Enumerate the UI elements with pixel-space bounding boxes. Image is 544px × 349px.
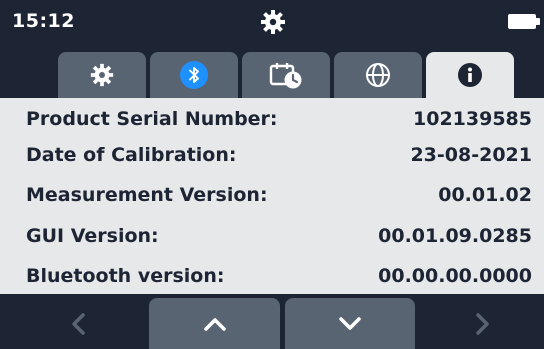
info-row-measurement-version: Measurement Version: 00.01.02 — [0, 178, 544, 216]
row-label: Measurement Version: — [26, 184, 268, 206]
chevron-right-icon — [476, 312, 489, 335]
nav-right-button[interactable] — [420, 298, 544, 349]
status-time: 15:12 — [12, 10, 75, 32]
battery-icon — [508, 14, 536, 29]
info-row-calibration: Date of Calibration: 23-08-2021 — [0, 138, 544, 176]
gear-icon — [261, 10, 285, 34]
chevron-down-icon — [339, 316, 361, 330]
tab-date-time[interactable] — [242, 52, 330, 98]
globe-icon — [366, 63, 390, 87]
gear-icon — [90, 63, 114, 87]
nav-left-button[interactable] — [14, 298, 144, 349]
tab-settings[interactable] — [58, 52, 146, 98]
tab-strip — [0, 44, 544, 98]
nav-up-button[interactable] — [149, 298, 280, 349]
tab-info[interactable] — [426, 52, 514, 98]
row-value: 00.00.00.0000 — [378, 265, 532, 287]
info-row-gui-version: GUI Version: 00.01.09.0285 — [0, 219, 544, 257]
nav-down-button[interactable] — [285, 298, 415, 349]
row-value: 102139585 — [413, 108, 532, 130]
row-label: GUI Version: — [26, 225, 159, 247]
info-list: Product Serial Number: 102139585 Date of… — [0, 98, 544, 294]
row-value: 23-08-2021 — [410, 144, 532, 166]
device-screen: 15:12 Product Serial Number: 102139585 D… — [0, 0, 544, 349]
info-row-serial: Product Serial Number: 102139585 — [0, 102, 544, 140]
chevron-left-icon — [72, 312, 85, 335]
status-bar: 15:12 — [0, 0, 544, 44]
row-label: Date of Calibration: — [26, 144, 237, 166]
battery-tip — [536, 18, 540, 25]
info-row-bluetooth-version: Bluetooth version: 00.00.00.0000 — [0, 259, 544, 297]
row-value: 00.01.02 — [438, 184, 532, 206]
bluetooth-icon — [180, 61, 208, 89]
tab-language[interactable] — [334, 52, 422, 98]
calendar-clock-icon — [269, 63, 302, 89]
bottom-nav — [0, 294, 544, 349]
row-label: Bluetooth version: — [26, 265, 225, 287]
chevron-up-icon — [203, 317, 226, 331]
info-icon — [458, 63, 482, 87]
row-label: Product Serial Number: — [26, 108, 278, 130]
tab-bluetooth[interactable] — [150, 52, 238, 98]
row-value: 00.01.09.0285 — [378, 225, 532, 247]
